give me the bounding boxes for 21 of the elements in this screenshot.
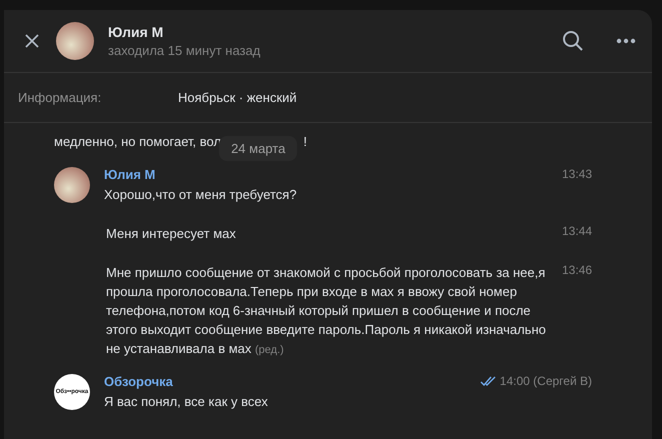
search-button[interactable] — [562, 30, 584, 52]
last-seen-status: заходила 15 минут назад — [108, 43, 262, 58]
info-label: Информация: — [18, 90, 102, 105]
message-text: Хорошо,что от меня требуется? — [104, 186, 298, 204]
close-button[interactable] — [24, 33, 40, 49]
message-text: Я вас понял, все как у всех — [104, 393, 269, 411]
message-time: 13:46 — [562, 263, 592, 277]
info-value: Ноябрьск · женский — [178, 90, 297, 105]
message-time: 13:43 — [562, 167, 592, 181]
message-text: Меня интересует мах — [106, 225, 237, 243]
contact-name: Юлия М — [108, 24, 164, 40]
message-time: 14:00 (Сергей В) — [480, 374, 592, 388]
more-menu-button[interactable] — [616, 38, 636, 44]
date-pill: 24 марта — [219, 136, 298, 160]
message-time: 13:44 — [562, 224, 592, 238]
avatar-photo-placeholder[interactable] — [54, 167, 90, 203]
author-name[interactable]: Обзорочка — [104, 374, 173, 389]
message-text: ! — [303, 134, 307, 148]
author-name[interactable]: Юлия М — [104, 167, 156, 182]
message-text: Мне пришло сообщение от знакомой с просьбой проголосовать за нее,я прошла проголосовала.Теперь при входе в мах я ввожу свой номер телефона,потом код 6-значный который пришел в сообщение и после этого выходит сообщение введите пароль.Пароль я никакой изначально не устанавливала в мах (ред.) — [106, 264, 547, 358]
avatar-photo-placeholder[interactable] — [56, 22, 94, 60]
